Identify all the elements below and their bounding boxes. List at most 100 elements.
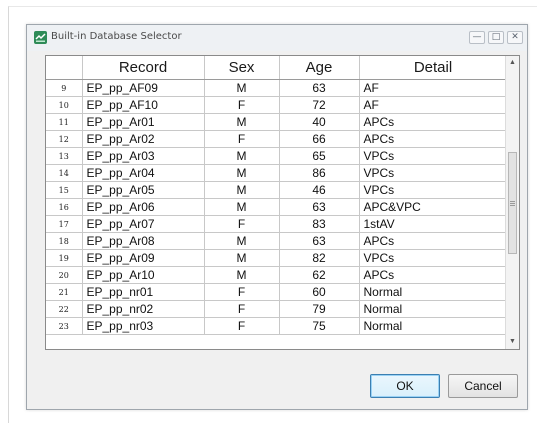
table-row[interactable]: 21 EP_pp_nr01 F 60 Normal <box>46 283 508 301</box>
row-number-header <box>46 56 83 80</box>
cell-age: 83 <box>279 215 360 233</box>
scroll-down-arrow-icon[interactable]: ▼ <box>506 335 519 349</box>
table-row[interactable]: 23 EP_pp_nr03 F 75 Normal <box>46 317 508 335</box>
cell-detail: Normal <box>359 300 508 318</box>
cell-record: EP_pp_AF10 <box>82 96 205 114</box>
table-row[interactable]: 19 EP_pp_Ar09 M 82 VPCs <box>46 249 508 267</box>
grip-line <box>510 201 515 202</box>
cell-record: EP_pp_Ar04 <box>82 164 205 182</box>
cell-detail: AF <box>359 96 508 114</box>
table-row[interactable]: 17 EP_pp_Ar07 F 83 1stAV <box>46 215 508 233</box>
cell-age: 46 <box>279 181 360 199</box>
row-number: 21 <box>46 283 83 301</box>
row-number: 18 <box>46 232 83 250</box>
table-row[interactable]: 20 EP_pp_Ar10 M 62 APCs <box>46 266 508 284</box>
cell-record: EP_pp_Ar03 <box>82 147 205 165</box>
row-number: 17 <box>46 215 83 233</box>
cell-sex: F <box>204 96 280 114</box>
cell-age: 66 <box>279 130 360 148</box>
cell-sex: M <box>204 181 280 199</box>
cell-detail: APC&VPC <box>359 198 508 216</box>
cell-age: 65 <box>279 147 360 165</box>
cell-age: 79 <box>279 300 360 318</box>
cell-age: 40 <box>279 113 360 131</box>
cell-detail: Normal <box>359 283 508 301</box>
table-row[interactable]: 11 EP_pp_Ar01 M 40 APCs <box>46 113 508 131</box>
row-number: 16 <box>46 198 83 216</box>
title-bar[interactable]: Built-in Database Selector — □ ✕ <box>27 25 527 51</box>
column-header-record[interactable]: Record <box>82 56 205 80</box>
table-row[interactable]: 12 EP_pp_Ar02 F 66 APCs <box>46 130 508 148</box>
cell-sex: F <box>204 317 280 335</box>
window-title: Built-in Database Selector <box>51 31 182 42</box>
row-number: 11 <box>46 113 83 131</box>
cell-sex: F <box>204 215 280 233</box>
table-row[interactable]: 15 EP_pp_Ar05 M 46 VPCs <box>46 181 508 199</box>
cell-sex: F <box>204 300 280 318</box>
scroll-up-arrow-icon[interactable]: ▲ <box>506 56 519 70</box>
cell-sex: M <box>204 266 280 284</box>
cell-age: 72 <box>279 96 360 114</box>
row-number: 10 <box>46 96 83 114</box>
cell-age: 60 <box>279 283 360 301</box>
column-header-detail[interactable]: Detail <box>359 56 508 80</box>
cell-detail: AF <box>359 79 508 97</box>
table-row[interactable]: 22 EP_pp_nr02 F 79 Normal <box>46 300 508 318</box>
cell-sex: M <box>204 147 280 165</box>
cell-record: EP_pp_Ar07 <box>82 215 205 233</box>
cell-record: EP_pp_nr01 <box>82 283 205 301</box>
cell-sex: M <box>204 249 280 267</box>
table-row[interactable]: 16 EP_pp_Ar06 M 63 APC&VPC <box>46 198 508 216</box>
cell-record: EP_pp_nr03 <box>82 317 205 335</box>
cell-record: EP_pp_Ar06 <box>82 198 205 216</box>
row-number: 19 <box>46 249 83 267</box>
vertical-scrollbar[interactable]: ▲ ▼ <box>505 56 519 349</box>
cell-sex: M <box>204 232 280 250</box>
grip-line <box>510 203 515 204</box>
cell-record: EP_pp_nr02 <box>82 300 205 318</box>
record-grid[interactable]: Record Sex Age Detail 9 EP_pp_AF09 M 63 AF 10… <box>45 55 520 350</box>
cell-sex: M <box>204 79 280 97</box>
database-selector-window: Built-in Database Selector — □ ✕ Record … <box>26 24 528 410</box>
close-button[interactable]: ✕ <box>507 31 523 44</box>
column-header-age[interactable]: Age <box>279 56 360 80</box>
cell-detail: VPCs <box>359 181 508 199</box>
cell-age: 75 <box>279 317 360 335</box>
grip-line <box>510 205 515 206</box>
cell-detail: Normal <box>359 317 508 335</box>
scroll-thumb[interactable] <box>508 152 517 254</box>
table-row[interactable]: 18 EP_pp_Ar08 M 63 APCs <box>46 232 508 250</box>
maximize-button[interactable]: □ <box>488 31 504 44</box>
table-header-row: Record Sex Age Detail <box>46 56 508 80</box>
cell-detail: APCs <box>359 232 508 250</box>
cell-record: EP_pp_Ar02 <box>82 130 205 148</box>
row-number: 23 <box>46 317 83 335</box>
cell-record: EP_pp_Ar09 <box>82 249 205 267</box>
cell-age: 63 <box>279 79 360 97</box>
cancel-button[interactable]: Cancel <box>448 374 518 398</box>
row-number: 9 <box>46 79 83 97</box>
cell-age: 82 <box>279 249 360 267</box>
row-number: 12 <box>46 130 83 148</box>
table-row[interactable]: 10 EP_pp_AF10 F 72 AF <box>46 96 508 114</box>
table-row[interactable]: 14 EP_pp_Ar04 M 86 VPCs <box>46 164 508 182</box>
cell-detail: VPCs <box>359 164 508 182</box>
cell-age: 62 <box>279 266 360 284</box>
column-header-sex[interactable]: Sex <box>204 56 280 80</box>
table-row[interactable]: 9 EP_pp_AF09 M 63 AF <box>46 79 508 97</box>
cell-sex: M <box>204 113 280 131</box>
cell-sex: M <box>204 198 280 216</box>
row-number: 20 <box>46 266 83 284</box>
cell-age: 63 <box>279 198 360 216</box>
table-row[interactable]: 13 EP_pp_Ar03 M 65 VPCs <box>46 147 508 165</box>
cell-record: EP_pp_AF09 <box>82 79 205 97</box>
ok-button[interactable]: OK <box>370 374 440 398</box>
cell-record: EP_pp_Ar01 <box>82 113 205 131</box>
cell-record: EP_pp_Ar05 <box>82 181 205 199</box>
cell-record: EP_pp_Ar10 <box>82 266 205 284</box>
cell-age: 86 <box>279 164 360 182</box>
minimize-button[interactable]: — <box>469 31 485 44</box>
cell-detail: APCs <box>359 130 508 148</box>
cell-detail: VPCs <box>359 249 508 267</box>
cell-detail: 1stAV <box>359 215 508 233</box>
